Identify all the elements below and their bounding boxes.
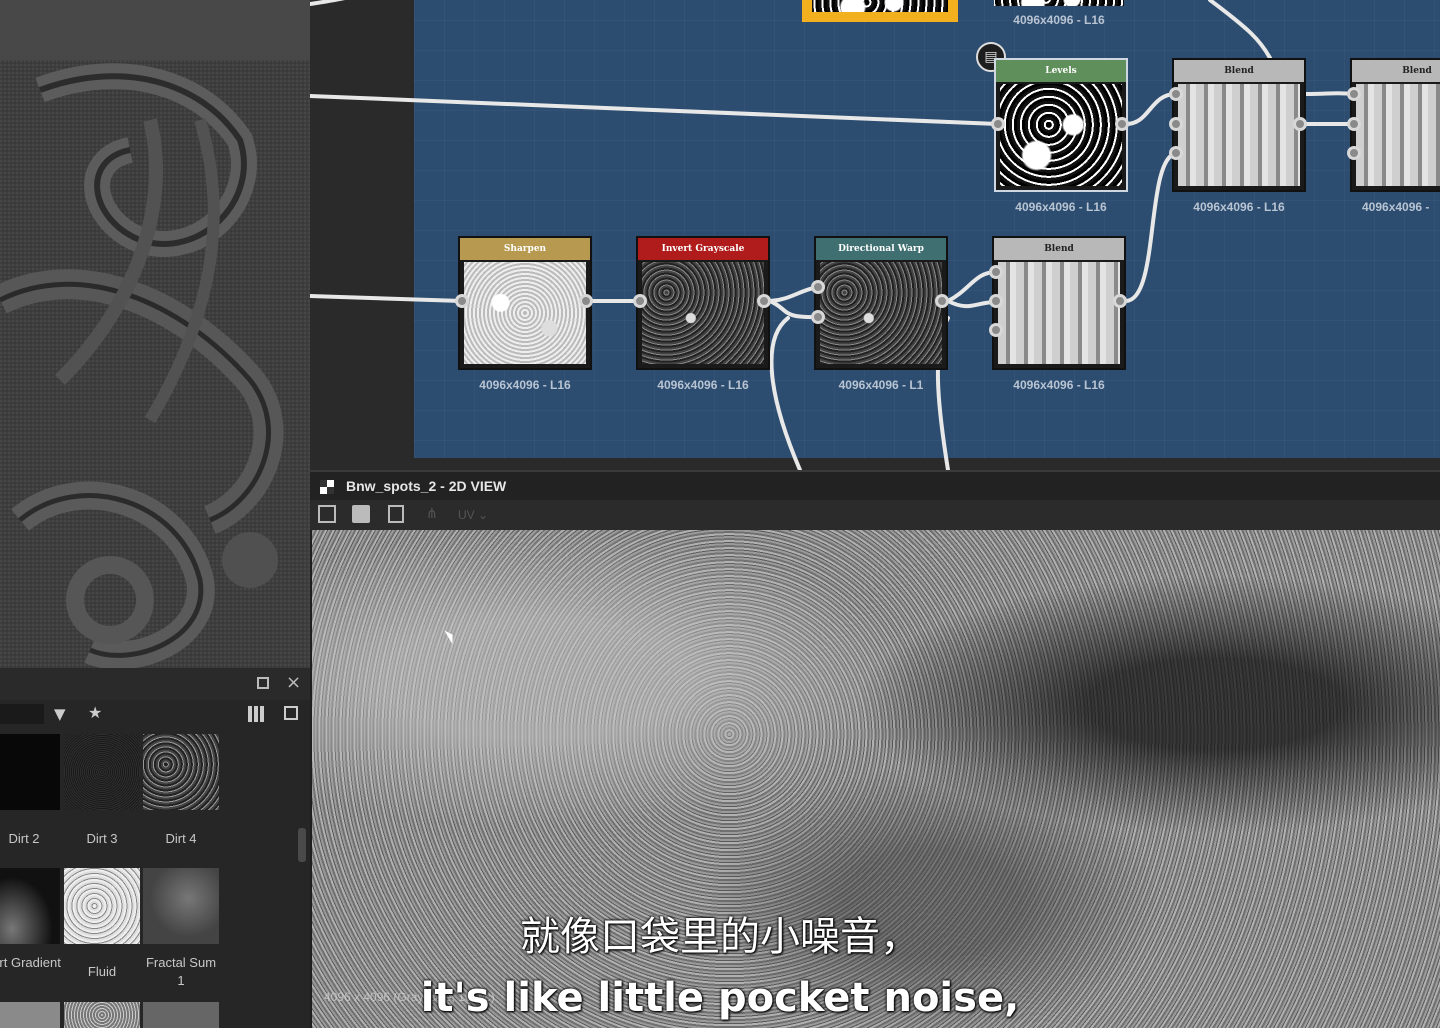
output-port[interactable] xyxy=(1113,294,1127,308)
subtitle-english: it's like little pocket noise, xyxy=(420,975,1020,1021)
2d-view-toolbar: ⋔ UV ⌄ xyxy=(310,500,1440,530)
checker-icon xyxy=(320,480,334,494)
node-thumbnail xyxy=(464,262,586,364)
node-title: Invert Grayscale xyxy=(638,238,768,260)
invert-grayscale-node[interactable]: Invert Grayscale 4096x4096 - L16 xyxy=(636,236,770,392)
uv-dropdown[interactable]: UV ⌄ xyxy=(458,508,488,522)
node-title: Blend xyxy=(1352,60,1440,82)
input-port[interactable] xyxy=(811,310,825,324)
node-resolution: 4096x4096 - L16 xyxy=(657,378,749,392)
node-resolution: 4096x4096 - L16 xyxy=(1193,200,1285,214)
node-title: Blend xyxy=(994,238,1124,260)
3d-viewport[interactable] xyxy=(0,0,310,668)
input-port[interactable] xyxy=(989,265,1003,279)
node-title: Directional Warp xyxy=(816,238,946,260)
input-port[interactable] xyxy=(455,294,469,308)
library-thumb-dirt-3[interactable] xyxy=(64,734,140,810)
favorite-star-icon[interactable]: ★ xyxy=(88,703,102,722)
node-title: Blend xyxy=(1174,60,1304,82)
share-icon[interactable]: ⋔ xyxy=(426,506,438,522)
node-thumbnail xyxy=(1178,84,1300,186)
node-thumbnail xyxy=(820,262,942,364)
output-port[interactable] xyxy=(1115,117,1129,131)
library-label: Dirt 3 xyxy=(86,831,118,846)
library-thumb-dirt-2[interactable] xyxy=(0,734,60,810)
copy-view-icon[interactable] xyxy=(318,505,336,523)
2d-view-header: Bnw_spots_2 - 2D VIEW xyxy=(310,470,1440,502)
node-resolution: 4096x4096 - L16 xyxy=(1013,378,1105,392)
output-port[interactable] xyxy=(579,294,593,308)
input-port[interactable] xyxy=(989,294,1003,308)
library-thumb-dirt-4[interactable] xyxy=(143,734,219,810)
output-port[interactable] xyxy=(757,294,771,308)
input-port[interactable] xyxy=(1169,87,1183,101)
node-resolution: 4096x4096 - xyxy=(1362,200,1430,214)
blend-node-partial[interactable]: Blend 4096x4096 - xyxy=(1350,58,1440,214)
input-port[interactable] xyxy=(1347,146,1361,160)
node-thumbnail xyxy=(1356,84,1440,186)
node-thumbnail xyxy=(642,262,764,364)
library-label: Dirt 2 xyxy=(8,831,40,846)
mouse-cursor xyxy=(444,627,457,645)
node-partial-top[interactable] xyxy=(994,0,1124,6)
clipboard-icon[interactable] xyxy=(388,505,404,523)
input-port[interactable] xyxy=(1169,117,1183,131)
library-scrollbar[interactable] xyxy=(298,828,306,862)
sharpen-node[interactable]: Sharpen 4096x4096 - L16 xyxy=(458,236,592,392)
blend-node[interactable]: Blend 4096x4096 - L16 xyxy=(1172,58,1306,214)
2d-view-title: Bnw_spots_2 - 2D VIEW xyxy=(346,478,507,494)
node-resolution: 4096x4096 - L16 xyxy=(479,378,571,392)
input-port[interactable] xyxy=(811,280,825,294)
node-resolution: 4096x4096 - L1 xyxy=(838,378,924,392)
input-port[interactable] xyxy=(991,117,1005,131)
relief-ornament-render xyxy=(0,0,310,668)
subtitle-chinese: 就像口袋里的小噪音， xyxy=(520,914,920,960)
input-port[interactable] xyxy=(1169,146,1183,160)
node-resolution: 4096x4096 - L16 xyxy=(1015,200,1107,214)
filter-icon[interactable]: ▼ xyxy=(54,705,66,723)
display-icon[interactable] xyxy=(284,706,298,720)
blend-node[interactable]: Blend 4096x4096 - L16 xyxy=(992,236,1126,392)
input-port[interactable] xyxy=(633,294,647,308)
library-panel: × ▼ ★ Dirt 2 Dirt 3 Dirt 4 Dirt Gradient… xyxy=(0,668,310,1028)
levels-node[interactable]: Levels 4096x4096 - L16 xyxy=(994,58,1128,214)
output-port[interactable] xyxy=(1293,117,1307,131)
input-port[interactable] xyxy=(1347,87,1361,101)
close-icon[interactable]: × xyxy=(286,672,301,693)
node-title: Sharpen xyxy=(460,238,590,260)
maximize-icon[interactable] xyxy=(257,677,269,689)
library-search-input[interactable] xyxy=(0,704,44,724)
node-thumbnail xyxy=(998,262,1120,364)
selected-node-partial[interactable] xyxy=(802,0,958,22)
node-thumbnail xyxy=(1000,84,1122,186)
node-title: Levels xyxy=(996,60,1126,82)
output-port[interactable] xyxy=(935,294,949,308)
input-port[interactable] xyxy=(1347,117,1361,131)
save-icon[interactable] xyxy=(352,505,370,523)
library-titlebar: × xyxy=(0,668,310,700)
library-label: Dirt 4 xyxy=(165,831,197,846)
grid-view-icon[interactable] xyxy=(248,706,264,722)
input-port[interactable] xyxy=(989,323,1003,337)
directional-warp-node[interactable]: Directional Warp 4096x4096 - L1 xyxy=(814,236,948,392)
node-resolution: 4096x4096 - L16 xyxy=(1013,13,1105,27)
graph-editor[interactable]: 4096x4096 - L16 ▤ Levels 4096x4096 - L16… xyxy=(310,0,1440,470)
